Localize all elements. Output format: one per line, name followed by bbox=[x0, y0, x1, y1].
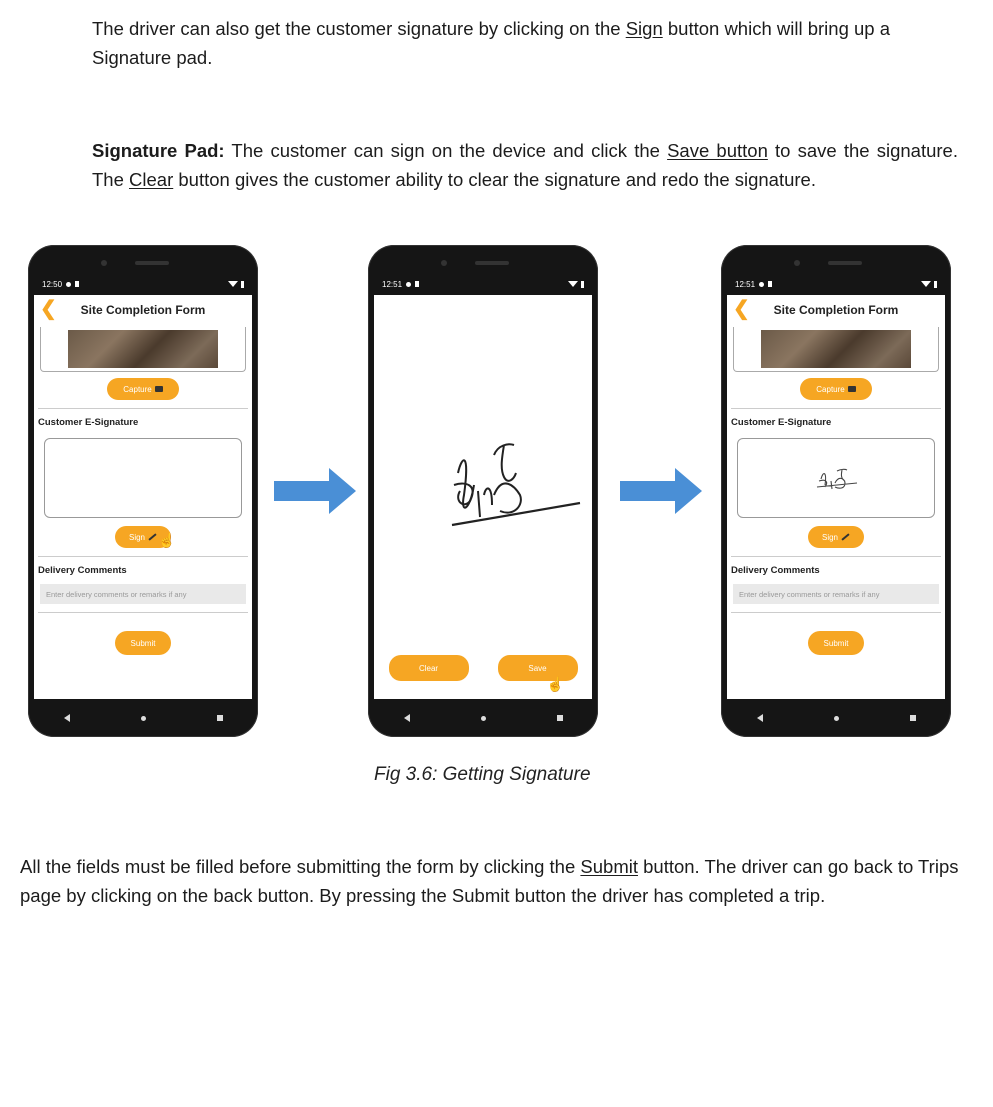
text-segment: The customer can sign on the device and … bbox=[224, 140, 668, 161]
back-chevron-icon[interactable]: ❮ bbox=[733, 299, 750, 319]
save-link-text: Save button bbox=[667, 140, 768, 161]
back-chevron-icon[interactable]: ❮ bbox=[40, 299, 57, 319]
signature-box[interactable] bbox=[737, 438, 935, 518]
clear-link-text: Clear bbox=[129, 169, 174, 190]
screen-title: Site Completion Form bbox=[80, 303, 206, 317]
phone-mockup-signature-pad: 12:51 Clear Save ☝ bbox=[368, 245, 598, 737]
bold-heading: Signature Pad: bbox=[92, 140, 225, 161]
capture-label: Capture bbox=[816, 384, 845, 394]
nav-recent-icon[interactable] bbox=[216, 715, 223, 721]
nav-recent-icon[interactable] bbox=[909, 715, 916, 721]
phone-screen: 12:51 ❮ Site Completion Form Capture Cus… bbox=[727, 273, 945, 699]
esignature-label: Customer E-Signature bbox=[731, 417, 832, 428]
submit-button[interactable]: Submit bbox=[808, 631, 864, 655]
comments-input[interactable]: Enter delivery comments or remarks if an… bbox=[40, 584, 246, 604]
screen-title: Site Completion Form bbox=[773, 303, 899, 317]
photo-image bbox=[68, 330, 218, 368]
delivery-comments-label: Delivery Comments bbox=[38, 565, 127, 576]
delivery-comments-label: Delivery Comments bbox=[731, 565, 820, 576]
capture-label: Capture bbox=[123, 384, 152, 394]
camera-dot bbox=[101, 260, 107, 266]
speaker bbox=[475, 261, 509, 265]
nav-back-icon[interactable] bbox=[756, 714, 763, 722]
speaker bbox=[135, 261, 169, 265]
nav-home-icon[interactable] bbox=[833, 715, 839, 721]
nav-bar bbox=[28, 699, 258, 737]
capture-button[interactable]: Capture bbox=[107, 378, 179, 400]
right-arrow-icon bbox=[274, 468, 356, 514]
nav-recent-icon[interactable] bbox=[556, 715, 563, 721]
capture-button[interactable]: Capture bbox=[800, 378, 872, 400]
phone-screen: 12:51 Clear Save ☝ bbox=[374, 273, 592, 699]
intro-paragraph: The driver can also get the customer sig… bbox=[92, 14, 962, 72]
hand-cursor-icon: ☝ bbox=[546, 676, 564, 692]
status-time: 12:51 bbox=[382, 279, 403, 289]
sign-link-text: Sign bbox=[625, 18, 663, 39]
text-segment: The driver can also get the customer sig… bbox=[92, 18, 626, 39]
pen-icon bbox=[148, 533, 157, 541]
submit-paragraph: All the fields must be filled before sub… bbox=[20, 852, 960, 910]
sign-label: Sign bbox=[128, 532, 145, 542]
status-bar: 12:51 bbox=[374, 273, 592, 295]
text-segment: button gives the customer ability to cle… bbox=[173, 169, 816, 190]
camera-dot bbox=[441, 260, 447, 266]
status-bar: 12:51 bbox=[727, 273, 945, 295]
signature-box[interactable] bbox=[44, 438, 242, 518]
status-time: 12:50 bbox=[42, 279, 63, 289]
submit-button[interactable]: Submit bbox=[115, 631, 171, 655]
nav-back-icon[interactable] bbox=[63, 714, 70, 722]
submit-link-text: Submit bbox=[580, 856, 638, 877]
clear-button[interactable]: Clear bbox=[388, 655, 469, 681]
photo-preview bbox=[40, 327, 246, 372]
hand-cursor-icon: ☝ bbox=[158, 532, 176, 548]
pen-icon bbox=[841, 533, 850, 541]
sign-label: Sign bbox=[821, 532, 838, 542]
comments-input[interactable]: Enter delivery comments or remarks if an… bbox=[733, 584, 939, 604]
signature-thumbnail bbox=[816, 468, 858, 490]
phone-screen: 12:50 ❮ Site Completion Form Capture Cus… bbox=[34, 273, 252, 699]
phone-mockup-form: 12:50 ❮ Site Completion Form Capture Cus… bbox=[28, 245, 258, 737]
app-bar: ❮ Site Completion Form bbox=[727, 295, 945, 325]
status-bar: 12:50 bbox=[34, 273, 252, 295]
right-arrow-icon bbox=[620, 468, 702, 514]
save-button[interactable]: Save bbox=[497, 655, 578, 681]
status-time: 12:51 bbox=[735, 279, 756, 289]
nav-home-icon[interactable] bbox=[140, 715, 146, 721]
speaker bbox=[828, 261, 862, 265]
nav-home-icon[interactable] bbox=[480, 715, 486, 721]
text-segment: All the fields must be filled before sub… bbox=[20, 856, 581, 877]
signature-drawing[interactable] bbox=[374, 295, 592, 635]
nav-back-icon[interactable] bbox=[403, 714, 410, 722]
photo-image bbox=[761, 330, 911, 368]
app-bar: ❮ Site Completion Form bbox=[34, 295, 252, 325]
nav-bar bbox=[721, 699, 951, 737]
signature-pad-paragraph: Signature Pad: The customer can sign on … bbox=[92, 136, 958, 194]
camera-dot bbox=[794, 260, 800, 266]
camera-icon bbox=[154, 386, 163, 392]
nav-bar bbox=[368, 699, 598, 737]
figure-caption: Fig 3.6: Getting Signature bbox=[374, 764, 591, 785]
sign-button[interactable]: Sign bbox=[808, 526, 864, 548]
photo-preview bbox=[733, 327, 939, 372]
phone-mockup-form-signed: 12:51 ❮ Site Completion Form Capture Cus… bbox=[721, 245, 951, 737]
esignature-label: Customer E-Signature bbox=[38, 417, 139, 428]
camera-icon bbox=[847, 386, 856, 392]
